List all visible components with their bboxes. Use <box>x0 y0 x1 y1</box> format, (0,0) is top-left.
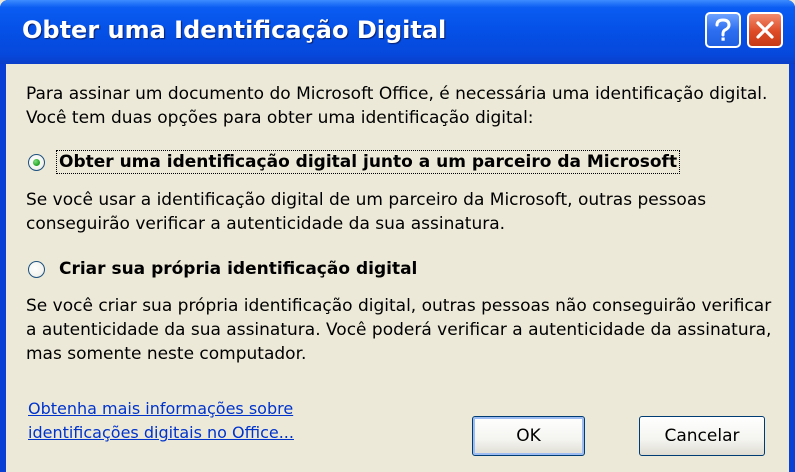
option-self-signed-description: Se você criar sua própria identificação … <box>26 296 772 364</box>
close-button[interactable] <box>747 12 783 48</box>
option-self-signed-label[interactable]: Criar sua própria identificação digital <box>57 258 419 280</box>
ok-button[interactable]: OK <box>472 416 585 456</box>
title-bar[interactable]: Obter uma Identificação Digital <box>0 0 795 64</box>
option-self-signed[interactable]: Criar sua própria identificação digital <box>28 258 419 280</box>
close-icon <box>756 21 774 39</box>
window-title: Obter uma Identificação Digital <box>22 16 447 44</box>
dialog-window: Obter uma Identificação Digital Para ass… <box>0 0 795 472</box>
intro-text: Para assinar um documento do Microsoft O… <box>26 84 768 128</box>
option-partner[interactable]: Obter uma identificação digital junto a … <box>28 150 681 174</box>
cancel-button[interactable]: Cancelar <box>639 416 765 456</box>
option-partner-description: Se você usar a identificação digital de … <box>26 190 707 234</box>
option-partner-label[interactable]: Obter uma identificação digital junto a … <box>55 150 681 174</box>
dialog-body: Para assinar um documento do Microsoft O… <box>6 64 789 472</box>
radio-unselected-icon[interactable] <box>28 260 45 278</box>
more-info-link[interactable]: Obtenha mais informações sobre identific… <box>28 397 358 445</box>
help-button[interactable] <box>705 12 741 48</box>
help-icon <box>715 18 731 41</box>
radio-selected-icon[interactable] <box>28 153 45 171</box>
